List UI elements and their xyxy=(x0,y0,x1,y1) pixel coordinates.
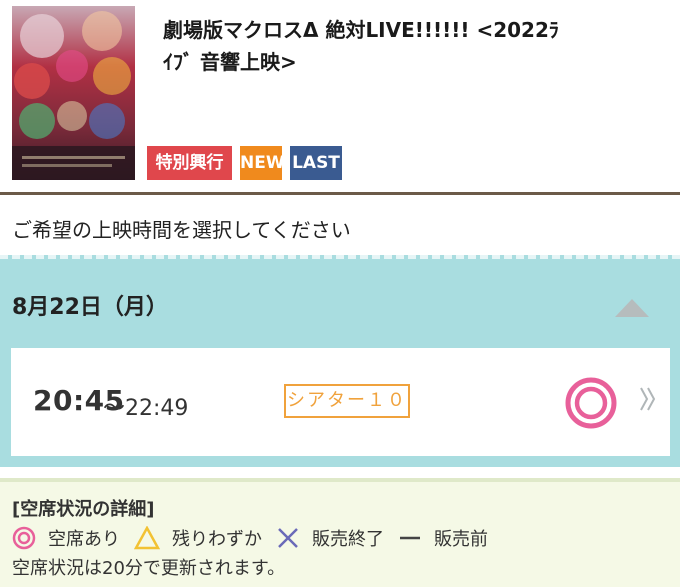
select-showtime-instruction: ご希望の上映時間を選択してください xyxy=(12,218,351,242)
legend-item-few-left: 残りわずか xyxy=(134,525,262,551)
legend-label-available: 空席あり xyxy=(48,529,120,550)
header-divider xyxy=(0,192,680,195)
legend-label-sold-out: 販売終了 xyxy=(312,529,384,550)
movie-title-line1: 劇場版マクロスΔ 絶対LIVE!!!!!! <2022ﾗ xyxy=(163,18,559,42)
seat-status-legend: [空席状況の詳細] 空席あり 残りわずか 販売終了 販売前 空席状況は20分で更… xyxy=(0,478,680,587)
theater-label: シアター１０ xyxy=(284,384,410,418)
special-screening-badge: 特別興行 xyxy=(147,146,232,180)
legend-label-few-left: 残りわずか xyxy=(172,529,262,550)
collapse-up-icon[interactable] xyxy=(615,299,649,317)
movie-header: 劇場版マクロスΔ 絶対LIVE!!!!!! <2022ﾗ ｲﾌﾞ 音響上映> 特… xyxy=(0,0,680,192)
chevron-right-icon xyxy=(639,384,657,421)
legend-item-available: 空席あり xyxy=(12,525,120,551)
update-note: 空席状況は20分で更新されます。 xyxy=(12,558,286,579)
legend-title: [空席状況の詳細] xyxy=(12,499,155,520)
badge-group: 特別興行 NEW LAST xyxy=(147,146,342,180)
legend-label-pre-sale: 販売前 xyxy=(434,529,488,550)
movie-title-line2: ｲﾌﾞ 音響上映> xyxy=(163,50,297,74)
double-circle-icon xyxy=(12,526,36,550)
movie-poster xyxy=(12,6,135,180)
available-double-circle-icon xyxy=(565,377,617,429)
movie-title: 劇場版マクロスΔ 絶対LIVE!!!!!! <2022ﾗ ｲﾌﾞ 音響上映> xyxy=(163,14,663,78)
triangle-icon xyxy=(134,526,160,550)
dash-icon xyxy=(400,536,420,540)
date-section: 8月22日（月） 20:45 ～22:49 シアター１０ xyxy=(0,255,680,467)
last-badge: LAST xyxy=(290,146,342,180)
end-time: ～22:49 xyxy=(103,396,189,421)
legend-item-sold-out: 販売終了 xyxy=(276,525,384,551)
legend-item-pre-sale: 販売前 xyxy=(398,525,488,551)
legend-items: 空席あり 残りわずか 販売終了 販売前 xyxy=(12,525,502,551)
cross-icon xyxy=(278,528,298,548)
showtime-card[interactable]: 20:45 ～22:49 シアター１０ xyxy=(11,348,670,456)
new-badge: NEW xyxy=(240,146,285,180)
date-label: 8月22日（月） xyxy=(12,295,168,320)
